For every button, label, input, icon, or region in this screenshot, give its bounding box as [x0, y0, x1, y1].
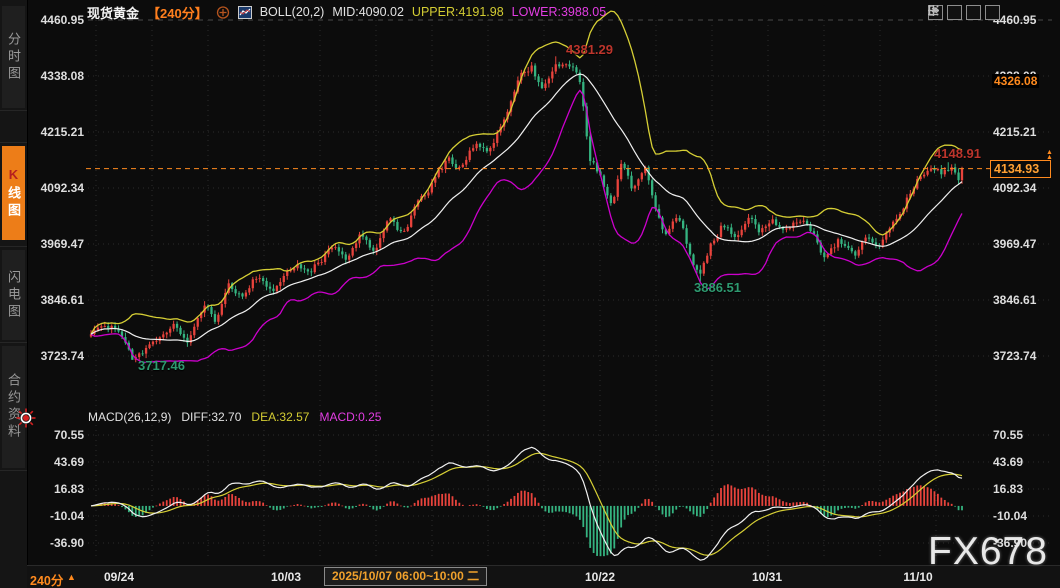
- boll-label: BOLL(20,2): [260, 5, 325, 19]
- macd-tick-left: -10.04: [26, 509, 84, 523]
- time-axis-bar: 240分 ▲ 2025/10/07 06:00~10:00 二 09/24 10/…: [27, 565, 1060, 588]
- sidebar-divider: [0, 342, 27, 343]
- price-annotation: 4381.29: [566, 42, 613, 57]
- price-tick-left: 4460.95: [26, 13, 84, 27]
- sidebar-divider: [0, 246, 27, 247]
- date-tick: 10/31: [752, 570, 782, 584]
- boll-lower-value: LOWER:3988.05: [512, 5, 607, 19]
- price-up-marker: ▲▲: [1046, 150, 1056, 160]
- price-tick-right: 4460.95: [993, 13, 1057, 27]
- chart-type-icon[interactable]: [238, 6, 252, 19]
- sidebar-tab-2[interactable]: K线图: [2, 146, 25, 240]
- macd-tick-left: 43.69: [26, 455, 84, 469]
- macd-tick-left: -36.90: [26, 536, 84, 550]
- period-selector-arrow-icon[interactable]: ▲: [67, 572, 76, 582]
- price-tick-left: 3723.74: [26, 349, 84, 363]
- candlestick-series: [90, 56, 963, 362]
- sidebar: 分时图 K线图闪电图合约资料: [0, 0, 28, 588]
- macd-tick-right: 43.69: [993, 455, 1057, 469]
- macd-tick-left: 70.55: [26, 428, 84, 442]
- boll-mid-value: MID:4090.02: [332, 5, 404, 19]
- chart-legend: 现货黄金 【240分】 BOLL(20,2) MID:4090.02 UPPER…: [87, 3, 606, 21]
- crosshair-date-readout: 2025/10/07 06:00~10:00 二: [324, 567, 487, 586]
- watermark: FX678: [928, 530, 1048, 574]
- indicator-menu-icon[interactable]: [216, 6, 230, 19]
- chart-toolbar: [928, 5, 1000, 20]
- macd-tick-right: 16.83: [993, 482, 1057, 496]
- marked-high-label: 4326.08: [992, 74, 1039, 88]
- price-tick-left: 4338.08: [26, 69, 84, 83]
- macd-tick-right: -10.04: [993, 509, 1057, 523]
- price-tick-left: 4215.21: [26, 125, 84, 139]
- period-tag: 【240分】: [147, 3, 208, 22]
- sidebar-tab-1[interactable]: 分时图: [2, 6, 25, 108]
- symbol-name: 现货黄金: [87, 3, 139, 22]
- boll-upper-value: UPPER:4191.98: [412, 5, 504, 19]
- price-macd-chart: [0, 0, 1060, 565]
- macd-dea-value: DEA:32.57: [251, 410, 309, 424]
- sidebar-tab-4[interactable]: 合约资料: [2, 346, 25, 468]
- price-tick-right: 4092.34: [993, 181, 1057, 195]
- date-tick: 09/24: [104, 570, 134, 584]
- macd-diff-value: DIFF:32.70: [181, 410, 241, 424]
- price-tick-left: 3846.61: [26, 293, 84, 307]
- zoom-out-chart-icon[interactable]: [966, 5, 981, 20]
- sidebar-divider: [0, 470, 27, 471]
- price-tick-left: 4092.34: [26, 181, 84, 195]
- macd-tick-left: 16.83: [26, 482, 84, 496]
- macd-macd-value: MACD:0.25: [319, 410, 381, 424]
- sidebar-divider: [0, 110, 27, 111]
- price-annotation: 4148.91: [934, 146, 981, 161]
- price-tick-right: 3969.47: [993, 237, 1057, 251]
- macd-label: MACD(26,12,9): [88, 410, 171, 424]
- price-tick-right: 3846.61: [993, 293, 1057, 307]
- price-tick-left: 3969.47: [26, 237, 84, 251]
- trading-app-window: 分时图 K线图闪电图合约资料 现货黄金 【240分】 BOLL(20,2) MID…: [0, 0, 1060, 588]
- live-indicator-icon: [16, 408, 36, 428]
- price-tick-right: 4215.21: [993, 125, 1057, 139]
- macd-tick-right: 70.55: [993, 428, 1057, 442]
- price-tick-right: 3723.74: [993, 349, 1057, 363]
- date-tick: 10/22: [585, 570, 615, 584]
- period-selector[interactable]: 240分: [30, 570, 63, 588]
- sidebar-divider: [0, 142, 27, 143]
- date-tick: 10/03: [271, 570, 301, 584]
- macd-legend: MACD(26,12,9) DIFF:32.70 DEA:32.57 MACD:…: [88, 410, 381, 424]
- last-price-badge: 4134.93: [990, 160, 1051, 178]
- price-annotation: 3717.46: [138, 358, 185, 373]
- price-annotation: 3886.51: [694, 280, 741, 295]
- sidebar-tab-3[interactable]: 闪电图: [2, 250, 25, 340]
- zoom-in-chart-icon[interactable]: [947, 5, 962, 20]
- tab-accent-char: K: [6, 167, 21, 186]
- exit-chart-icon[interactable]: [985, 5, 1000, 20]
